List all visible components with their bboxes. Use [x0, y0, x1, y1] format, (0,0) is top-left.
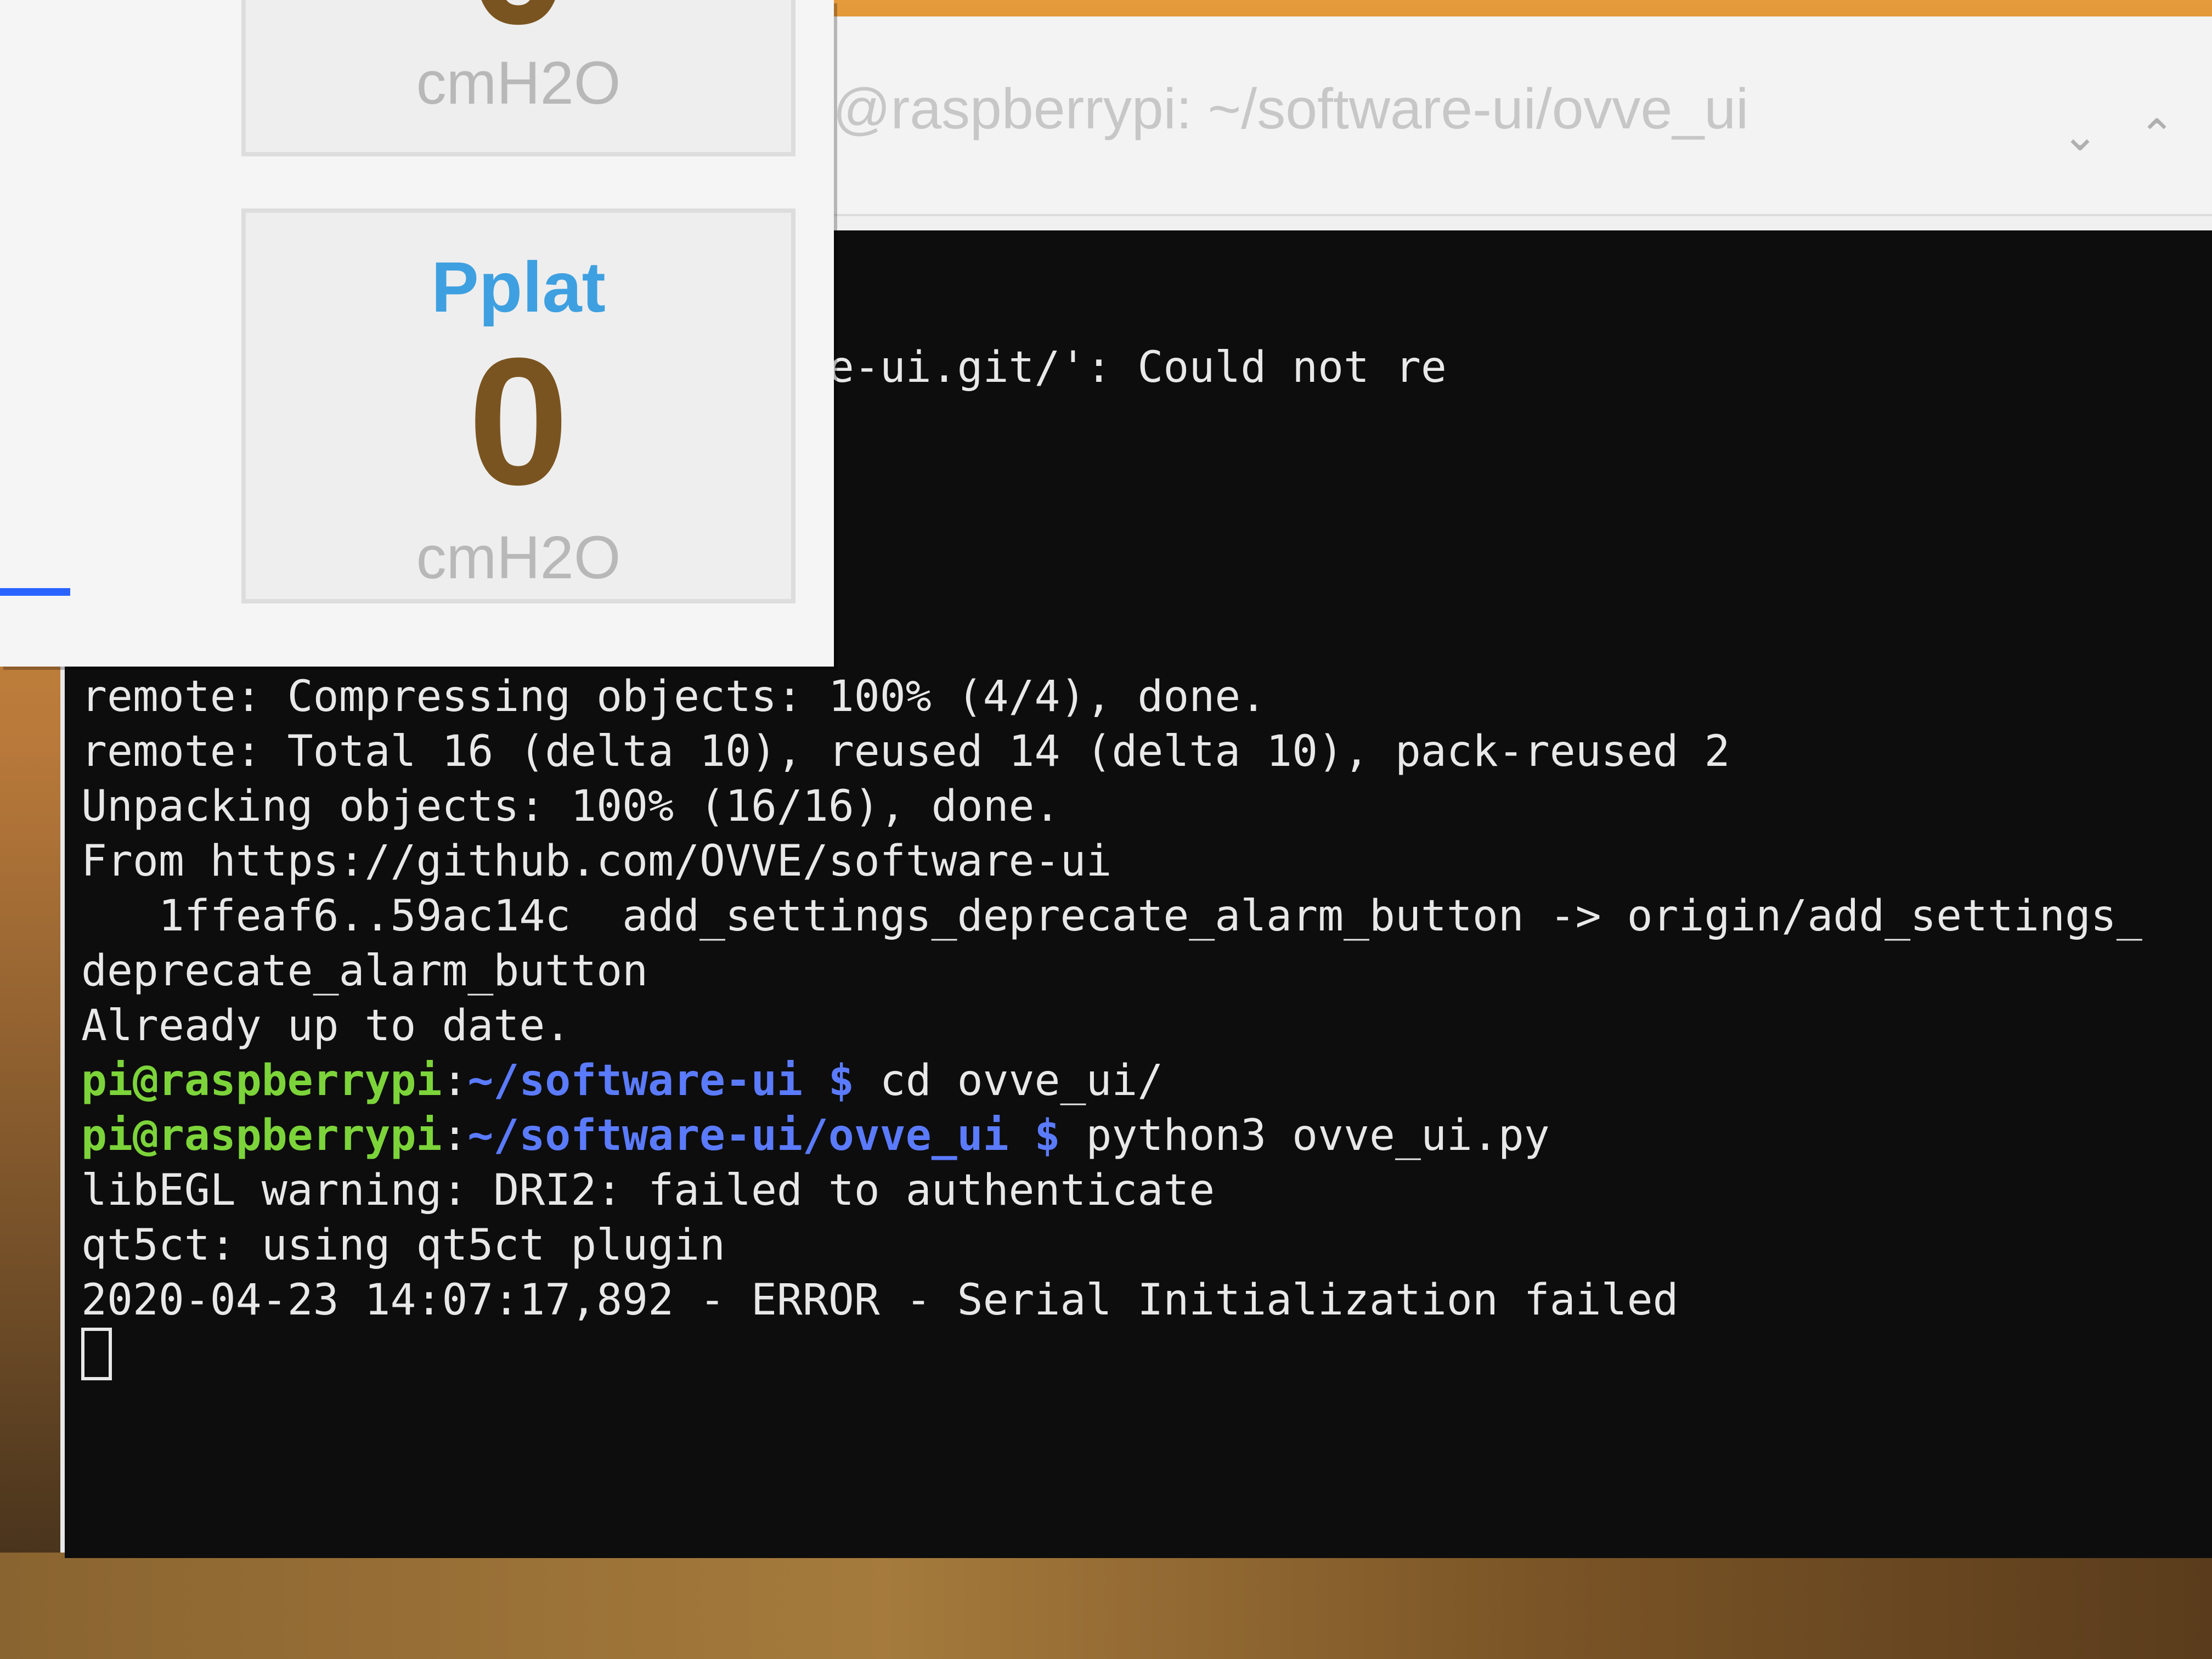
terminal-line: qt5ct: using qt5ct plugin: [81, 1218, 2210, 1273]
terminal-line: From https://github.com/OVVE/software-ui: [81, 834, 2210, 889]
terminal-text-segment: Already up to date.: [81, 1001, 571, 1051]
terminal-text-segment: libEGL warning: DRI2: failed to authenti…: [81, 1166, 1215, 1215]
terminal-line: pi@raspberrypi:~/software-ui $ cd ovve_u…: [81, 1053, 2210, 1108]
terminal-line: 2020-04-23 14:07:17,892 - ERROR - Serial…: [81, 1273, 2210, 1328]
terminal-line: Already up to date.: [81, 998, 2210, 1053]
terminal-text-segment: remote: Total 16 (delta 10), reused 14 (…: [81, 727, 1730, 776]
terminal-text-segment: pi@raspberrypi: [81, 1111, 442, 1160]
minimize-icon[interactable]: ⌄: [2062, 110, 2098, 161]
gauge-value: 0: [468, 320, 569, 522]
terminal-text-segment: ~/software-ui $: [467, 1056, 854, 1105]
gauge-unit: cmH2O: [416, 524, 621, 591]
ventilator-monitor-window: 0 cmH2O Pplat 0 cmH2O: [0, 0, 834, 667]
terminal-text-segment: 2020-04-23 14:07:17,892 - ERROR - Serial…: [81, 1276, 1679, 1325]
terminal-text-segment: deprecate_alarm_button: [81, 946, 648, 996]
terminal-text-segment: 1ffeaf6..59ac14c add_settings_deprecate_…: [81, 891, 2142, 941]
terminal-text-segment: cd ovve_ui/: [854, 1056, 1164, 1105]
terminal-cursor-line: [81, 1328, 2210, 1383]
gauge-label: Pplat: [431, 247, 606, 327]
terminal-line: deprecate_alarm_button: [81, 944, 2210, 998]
maximize-icon[interactable]: ⌃: [2138, 110, 2175, 161]
terminal-text-segment: :: [442, 1111, 468, 1160]
gauge-card-pplat: Pplat 0 cmH2O: [241, 208, 795, 603]
terminal-cursor[interactable]: [81, 1328, 112, 1380]
terminal-text-segment: From https://github.com/OVVE/software-ui: [81, 837, 1112, 886]
terminal-line: remote: Compressing objects: 100% (4/4),…: [81, 669, 2210, 724]
terminal-line: pi@raspberrypi:~/software-ui/ovve_ui $ p…: [81, 1108, 2210, 1163]
progress-indicator: [0, 588, 70, 596]
gauge-unit: cmH2O: [416, 49, 621, 117]
terminal-text-segment: pi@raspberrypi: [81, 1056, 442, 1105]
terminal-text-segment: :: [442, 1056, 468, 1105]
terminal-text-segment: python3 ovve_ui.py: [1060, 1111, 1550, 1160]
terminal-text-segment: ~/software-ui/ovve_ui $: [467, 1111, 1060, 1160]
gauge-card-top: 0 cmH2O: [241, 0, 795, 156]
terminal-line: libEGL warning: DRI2: failed to authenti…: [81, 1163, 2210, 1218]
terminal-text-segment: remote: Compressing objects: 100% (4/4),…: [81, 672, 1267, 721]
terminal-line: Unpacking objects: 100% (16/16), done.: [81, 779, 2210, 834]
terminal-text-segment: qt5ct: using qt5ct plugin: [81, 1221, 725, 1270]
terminal-line: remote: Total 16 (delta 10), reused 14 (…: [81, 724, 2210, 779]
terminal-text-segment: Unpacking objects: 100% (16/16), done.: [81, 782, 1060, 831]
terminal-line: 1ffeaf6..59ac14c add_settings_deprecate_…: [81, 889, 2210, 944]
wallpaper-strip: [0, 1553, 2212, 1659]
terminal-title: @raspberrypi: ~/software-ui/ovve_ui: [833, 77, 1749, 141]
